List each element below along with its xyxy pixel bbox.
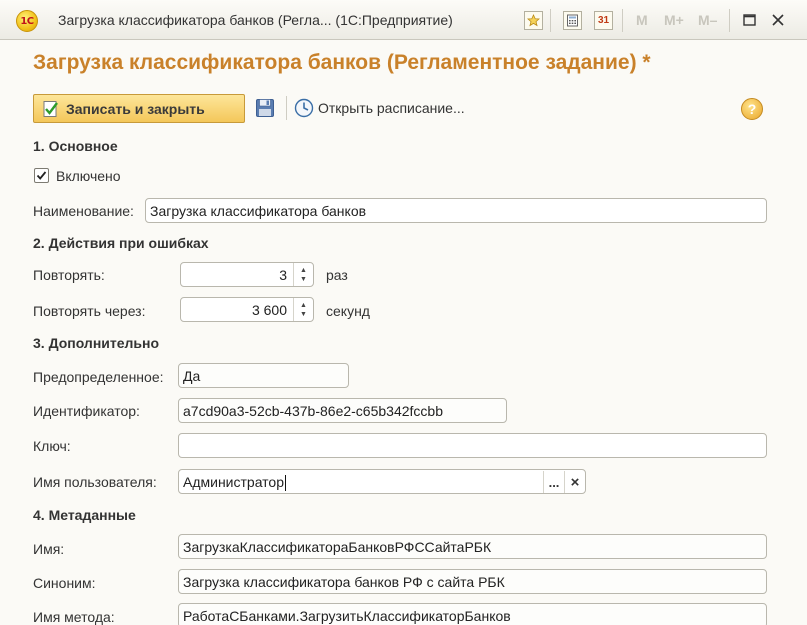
window-titlebar: 1С Загрузка классификатора банков (Регла…: [0, 0, 807, 40]
open-schedule-label: Открыть расписание...: [318, 100, 465, 116]
section-main-heading: 1. Основное: [33, 138, 118, 154]
memory-add-button[interactable]: M+: [664, 12, 684, 28]
repeat-after-unit: секунд: [326, 303, 370, 319]
open-schedule-button[interactable]: Открыть расписание...: [294, 98, 465, 118]
predefined-field: Да: [178, 363, 349, 388]
checkmark-icon: [36, 171, 47, 180]
repeat-label: Повторять:: [33, 267, 105, 283]
section-errors-heading: 2. Действия при ошибках: [33, 235, 209, 251]
user-clear-button[interactable]: ×: [564, 471, 585, 493]
text-cursor: [285, 475, 287, 492]
repeat-after-stepper[interactable]: ▲ ▼: [293, 298, 313, 321]
help-icon[interactable]: ?: [741, 98, 763, 120]
predefined-label: Предопределенное:: [33, 369, 164, 385]
method-name-label: Имя метода:: [33, 609, 115, 625]
save-and-close-label: Записать и закрыть: [66, 100, 205, 117]
calculator-icon[interactable]: [563, 11, 582, 30]
repeat-count-field[interactable]: 3 ▲ ▼: [180, 262, 314, 287]
close-icon: [772, 14, 784, 26]
form-title: Загрузка классификатора банков (Регламен…: [33, 51, 651, 74]
key-field[interactable]: [178, 433, 767, 458]
user-name-value: Администратор: [183, 474, 285, 490]
save-and-close-button[interactable]: Записать и закрыть: [33, 94, 245, 123]
identifier-label: Идентификатор:: [33, 403, 140, 419]
repeat-count-stepper[interactable]: ▲ ▼: [293, 263, 313, 286]
repeat-after-field[interactable]: 3 600 ▲ ▼: [180, 297, 314, 322]
calendar-icon[interactable]: 31: [594, 11, 613, 30]
metadata-name-label: Имя:: [33, 541, 65, 557]
synonym-field[interactable]: Загрузка классификатора банков РФ с сайт…: [178, 569, 767, 594]
window-title: Загрузка классификатора банков (Регла...…: [58, 12, 453, 28]
close-window-button[interactable]: [766, 8, 790, 32]
1c-logo-icon[interactable]: 1С: [16, 10, 38, 32]
maximize-button[interactable]: [737, 8, 761, 32]
repeat-unit: раз: [326, 267, 348, 283]
favorites-star-icon[interactable]: [524, 11, 543, 30]
identifier-field[interactable]: a7cd90a3-52cb-437b-86e2-c65b342fccbb: [178, 398, 507, 423]
enabled-label: Включено: [56, 168, 121, 184]
save-document-icon: [43, 100, 58, 117]
user-name-label: Имя пользователя:: [33, 474, 157, 490]
method-name-field[interactable]: РаботаСБанками.ЗагрузитьКлассификаторБан…: [178, 603, 767, 625]
user-select-button[interactable]: ...: [543, 471, 564, 493]
repeat-after-label: Повторять через:: [33, 303, 146, 319]
key-label: Ключ:: [33, 438, 71, 454]
metadata-name-field[interactable]: ЗагрузкаКлассификатораБанковРФССайтаРБК: [178, 534, 767, 559]
section-extra-heading: 3. Дополнительно: [33, 335, 160, 351]
user-name-field[interactable]: Администратор ... ×: [178, 469, 586, 494]
synonym-label: Синоним:: [33, 575, 96, 591]
enabled-checkbox[interactable]: [34, 168, 49, 183]
floppy-disk-icon[interactable]: [255, 98, 275, 118]
name-label: Наименование:: [33, 203, 134, 219]
memory-subtract-button[interactable]: M–: [698, 12, 717, 28]
repeat-after-value: 3 600: [251, 302, 287, 318]
clock-icon: [294, 98, 314, 118]
memory-recall-button[interactable]: M: [636, 12, 648, 28]
repeat-count-value: 3: [279, 267, 287, 283]
section-metadata-heading: 4. Метаданные: [33, 507, 136, 523]
name-field[interactable]: Загрузка классификатора банков: [145, 198, 767, 223]
